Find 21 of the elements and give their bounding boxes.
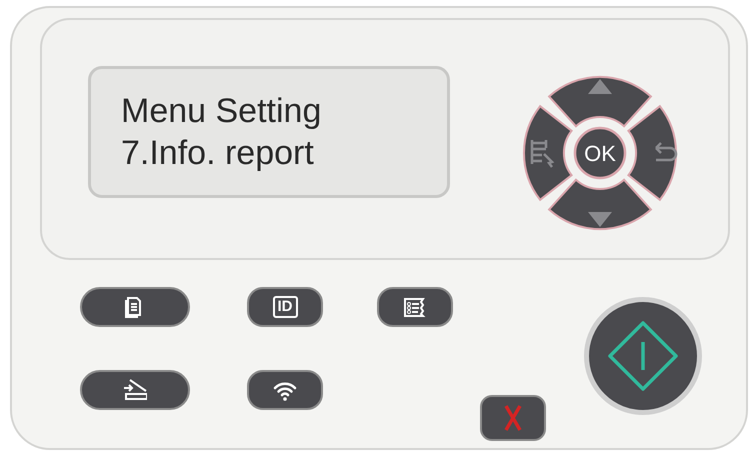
back-icon <box>654 142 678 162</box>
report-button[interactable] <box>377 287 453 327</box>
up-button[interactable] <box>548 76 652 128</box>
scan-button[interactable] <box>80 370 190 410</box>
id-copy-button[interactable]: ID <box>247 287 323 327</box>
cancel-button[interactable] <box>480 395 546 441</box>
left-button[interactable] <box>523 105 573 201</box>
cancel-icon <box>503 404 523 432</box>
copy-button[interactable] <box>80 287 190 327</box>
lcd-text-line: Menu Setting <box>121 91 322 132</box>
up-arrow-icon <box>588 79 612 94</box>
wifi-button[interactable] <box>247 370 323 410</box>
report-icon <box>403 295 427 319</box>
lcd-text-line: 7.Info. report <box>121 133 315 174</box>
start-icon <box>607 320 679 392</box>
scanner-icon <box>123 378 147 402</box>
down-arrow-icon <box>588 212 612 227</box>
right-button[interactable] <box>627 105 677 201</box>
menu-list-icon <box>530 138 554 168</box>
ok-button[interactable]: OK <box>574 126 626 180</box>
down-button[interactable] <box>548 178 652 230</box>
